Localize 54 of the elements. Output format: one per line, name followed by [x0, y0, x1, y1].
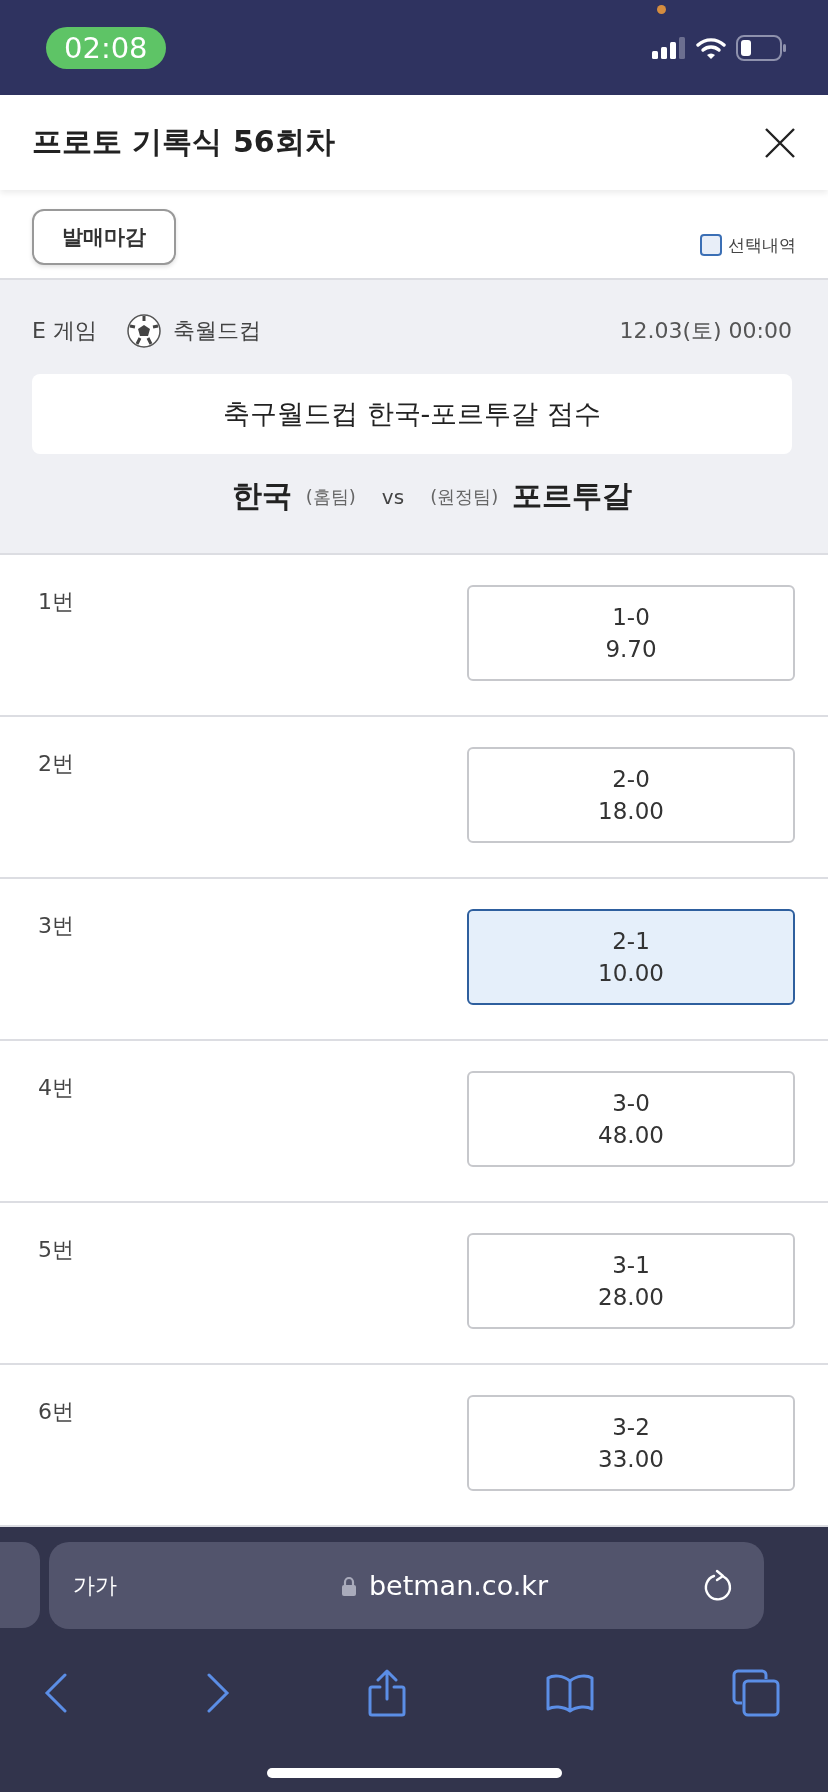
text-size-button[interactable]: 가가 [73, 1570, 117, 1601]
odds-text: 9.70 [605, 636, 657, 662]
soccer-ball-icon [126, 314, 161, 348]
odds-text: 33.00 [598, 1446, 664, 1472]
close-icon[interactable] [764, 126, 796, 159]
tabs-icon[interactable] [732, 1669, 780, 1717]
score-text: 2-0 [612, 766, 650, 792]
share-icon[interactable] [367, 1669, 407, 1717]
score-text: 3-1 [612, 1252, 650, 1278]
score-text: 2-1 [612, 928, 650, 954]
odds-text: 48.00 [598, 1122, 664, 1148]
signal-icon [652, 36, 686, 59]
odds-option-button[interactable]: 2-0 18.00 [467, 747, 795, 843]
page-title: 프로토 기록식 56회차 [32, 123, 335, 161]
option-number: 5번 [38, 1236, 74, 1264]
status-time: 02:08 [46, 26, 166, 69]
league-name: 축월드컵 [172, 317, 261, 345]
odds-text: 28.00 [598, 1284, 664, 1310]
odds-option-button[interactable]: 1-0 9.70 [467, 585, 795, 681]
battery-icon [736, 34, 786, 61]
forward-icon[interactable] [205, 1673, 230, 1713]
address-bar[interactable]: 가가 betman.co.kr [49, 1542, 764, 1629]
odds-option-button[interactable]: 2-1 10.00 [467, 909, 795, 1005]
checkbox-label: 선택내역 [728, 233, 796, 257]
option-number: 2번 [38, 750, 74, 778]
url-text: betman.co.kr [368, 1570, 549, 1601]
score-text: 1-0 [612, 604, 650, 630]
option-number: 6번 [38, 1398, 74, 1426]
reload-icon[interactable] [702, 1568, 734, 1603]
lock-icon [340, 1575, 357, 1596]
wifi-icon [696, 36, 726, 59]
option-number: 1번 [38, 588, 74, 616]
versus-label: vs [381, 484, 405, 509]
away-team: 포르투갈 [512, 477, 633, 515]
option-number: 4번 [38, 1074, 74, 1102]
odds-option-button[interactable]: 3-0 48.00 [467, 1071, 795, 1167]
option-number: 3번 [38, 912, 74, 940]
score-text: 3-0 [612, 1090, 650, 1116]
home-tag: (홈팀) [305, 484, 356, 509]
game-label: E 게임 [32, 317, 97, 345]
away-tag: (원정팀) [430, 484, 499, 509]
checkbox[interactable] [700, 234, 722, 256]
odds-text: 18.00 [598, 798, 664, 824]
match-datetime: 12.03(토) 00:00 [619, 317, 792, 345]
sales-closed-button[interactable]: 발매마감 [32, 209, 176, 265]
question-text: 축구월드컵 한국-포르투갈 점수 [223, 397, 601, 431]
odds-option-button[interactable]: 3-2 33.00 [467, 1395, 795, 1491]
bookmarks-icon[interactable] [544, 1673, 595, 1713]
odds-option-button[interactable]: 3-1 28.00 [467, 1233, 795, 1329]
back-icon[interactable] [44, 1673, 68, 1713]
privacy-dot-icon [657, 4, 666, 14]
odds-text: 10.00 [598, 960, 664, 986]
score-text: 3-2 [612, 1414, 650, 1440]
home-team: 한국 [231, 477, 292, 515]
